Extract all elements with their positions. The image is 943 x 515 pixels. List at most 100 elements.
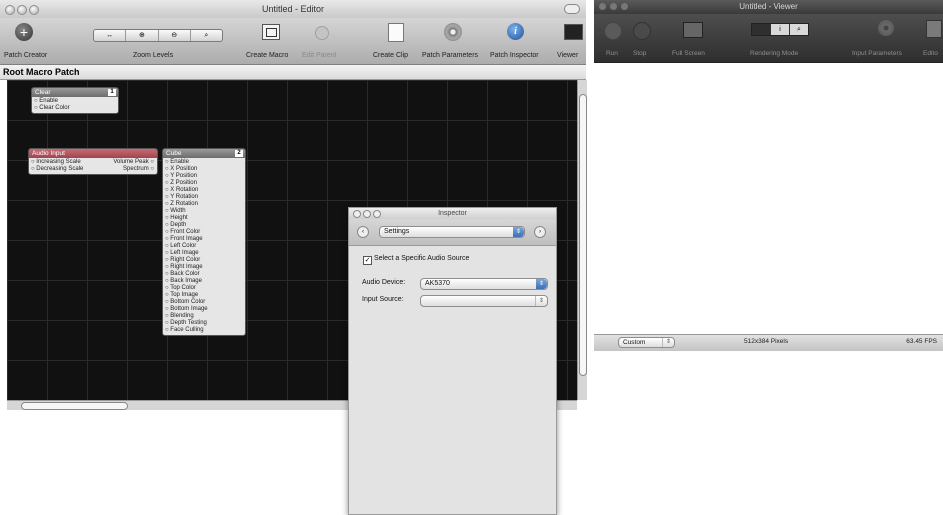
magnifier-minus-icon: ⊖: [171, 32, 178, 39]
audio-input-patch[interactable]: Audio Input Increasing Scale Decreasing …: [28, 148, 158, 175]
audio-device-value: AK5370: [425, 280, 450, 287]
patch-inspector-button[interactable]: i: [507, 23, 524, 40]
zoom-window-button[interactable]: [29, 5, 39, 15]
inspector-mode-value: Settings: [384, 228, 410, 235]
audio-device-popup[interactable]: AK5370 ⇕: [420, 278, 548, 290]
next-patch-button[interactable]: ›: [534, 226, 546, 238]
clear-patch-number: 1: [108, 89, 116, 96]
specific-source-label: Select a Specific Audio Source: [374, 255, 470, 262]
cube-input-port[interactable]: X Rotation: [165, 187, 243, 194]
clear-input-port[interactable]: Enable: [34, 98, 116, 105]
chevron-updown-icon: ⇕: [536, 279, 547, 289]
breadcrumb: Root Macro Patch: [0, 65, 586, 80]
edit-parent-button[interactable]: [315, 26, 329, 40]
chevron-left-icon: ‹: [362, 229, 364, 235]
editor-toolbar: + Patch Creator ↔ ⊕ ⊖ ⌕ Zoom Levels Crea…: [0, 18, 586, 65]
editor-title: Untitled - Editor: [261, 4, 325, 14]
zoom-inspector-button[interactable]: [373, 210, 381, 218]
cube-input-port[interactable]: Front Image: [165, 236, 243, 243]
zoom-viewer-button[interactable]: [621, 3, 628, 10]
audio-output-port[interactable]: Volume Peak: [113, 159, 154, 165]
cube-input-port[interactable]: Y Position: [165, 173, 243, 180]
minimize-inspector-button[interactable]: [363, 210, 371, 218]
patch-creator-button[interactable]: +: [15, 23, 33, 41]
cube-input-port[interactable]: Face Culling: [165, 327, 243, 334]
zoom-levels-control: ↔ ⊕ ⊖ ⌕: [93, 29, 223, 42]
zoom-out-button[interactable]: ⊖: [159, 30, 191, 41]
rendering-mode-segment[interactable]: ⌕: [790, 24, 808, 35]
audio-device-label: Audio Device:: [362, 279, 406, 286]
chevron-updown-icon: ⇕: [513, 227, 524, 237]
cube-input-port[interactable]: Bottom Color: [165, 299, 243, 306]
cube-input-port[interactable]: X Position: [165, 166, 243, 173]
rendering-mode-segment[interactable]: [752, 24, 771, 35]
cube-input-port[interactable]: Enable: [165, 159, 243, 166]
viewer-label: Viewer: [557, 52, 579, 59]
inspector-titlebar: Inspector: [349, 208, 556, 219]
full-screen-button[interactable]: [683, 22, 703, 38]
cube-input-port[interactable]: Y Rotation: [165, 194, 243, 201]
close-window-button[interactable]: [5, 5, 15, 15]
cube-input-port[interactable]: Left Color: [165, 243, 243, 250]
viewer-button[interactable]: [564, 24, 583, 40]
run-button[interactable]: [604, 22, 622, 40]
audio-output-port[interactable]: Spectrum: [123, 166, 154, 172]
horizontal-scroll-thumb[interactable]: [21, 402, 128, 410]
close-viewer-button[interactable]: [599, 3, 606, 10]
zoom-actual-size-button[interactable]: ↔: [94, 30, 127, 41]
editor-button[interactable]: [926, 20, 942, 38]
size-preset-popup[interactable]: Custom ⇕: [618, 337, 675, 348]
input-parameters-button[interactable]: [878, 20, 894, 36]
cube-input-port[interactable]: Height: [165, 215, 243, 222]
cube-input-port[interactable]: Blending: [165, 313, 243, 320]
magnifier-plus-icon: ⊕: [138, 32, 145, 39]
create-clip-label: Create Clip: [373, 52, 409, 59]
info-icon: i: [779, 26, 781, 33]
specific-source-checkbox[interactable]: ✓: [363, 256, 372, 265]
cube-input-port[interactable]: Top Color: [165, 285, 243, 292]
previous-patch-button[interactable]: ‹: [357, 226, 369, 238]
cube-input-port[interactable]: Right Color: [165, 257, 243, 264]
zoom-in-button[interactable]: ⊕: [126, 30, 159, 41]
clear-input-port[interactable]: Clear Color: [34, 105, 116, 112]
close-inspector-button[interactable]: [353, 210, 361, 218]
patch-parameters-label: Patch Parameters: [422, 52, 479, 59]
cube-input-port[interactable]: Z Position: [165, 180, 243, 187]
input-source-label: Input Source:: [362, 296, 404, 303]
rendering-mode-segment[interactable]: i: [771, 24, 790, 35]
cube-input-port[interactable]: Back Color: [165, 271, 243, 278]
vertical-scrollbar[interactable]: [577, 80, 587, 400]
minimize-viewer-button[interactable]: [610, 3, 617, 10]
magnifier-icon: ⌕: [797, 26, 801, 33]
cube-patch-title: Cube: [166, 150, 182, 157]
arrows-icon: ↔: [106, 32, 114, 39]
clear-patch[interactable]: Clear 1 Enable Clear Color: [31, 87, 119, 114]
minimize-window-button[interactable]: [17, 5, 27, 15]
inspector-mode-bar: ‹ Settings ⇕ ›: [349, 219, 556, 246]
create-macro-button[interactable]: [262, 24, 280, 40]
stop-button[interactable]: [633, 22, 651, 40]
cube-input-port[interactable]: Top Image: [165, 292, 243, 299]
cube-input-port[interactable]: Left Image: [165, 250, 243, 257]
cube-input-port[interactable]: Depth Testing: [165, 320, 243, 327]
input-source-popup[interactable]: ⇕: [420, 295, 548, 307]
render-area[interactable]: [594, 63, 943, 334]
zoom-to-fit-button[interactable]: ⌕: [191, 30, 222, 41]
cube-input-port[interactable]: Depth: [165, 222, 243, 229]
cube-port-list: Enable X Position Y Position Z Position …: [163, 158, 245, 335]
cube-patch[interactable]: Cube 2 Enable X Position Y Position Z Po…: [162, 148, 246, 336]
cube-input-port[interactable]: Width: [165, 208, 243, 215]
cube-input-port[interactable]: Z Rotation: [165, 201, 243, 208]
create-clip-button[interactable]: [388, 23, 404, 42]
patch-parameters-button[interactable]: [444, 23, 462, 41]
vertical-scroll-thumb[interactable]: [579, 94, 587, 376]
cube-input-port[interactable]: Right Image: [165, 264, 243, 271]
rendering-mode-control: i ⌕: [751, 23, 809, 36]
cube-input-port[interactable]: Bottom Image: [165, 306, 243, 313]
viewer-title: Untitled - Viewer: [739, 2, 798, 11]
toolbar-toggle-button[interactable]: [564, 4, 580, 14]
inspector-mode-popup[interactable]: Settings ⇕: [379, 226, 525, 238]
editor-label: Edito: [923, 50, 938, 57]
cube-input-port[interactable]: Front Color: [165, 229, 243, 236]
cube-input-port[interactable]: Back Image: [165, 278, 243, 285]
